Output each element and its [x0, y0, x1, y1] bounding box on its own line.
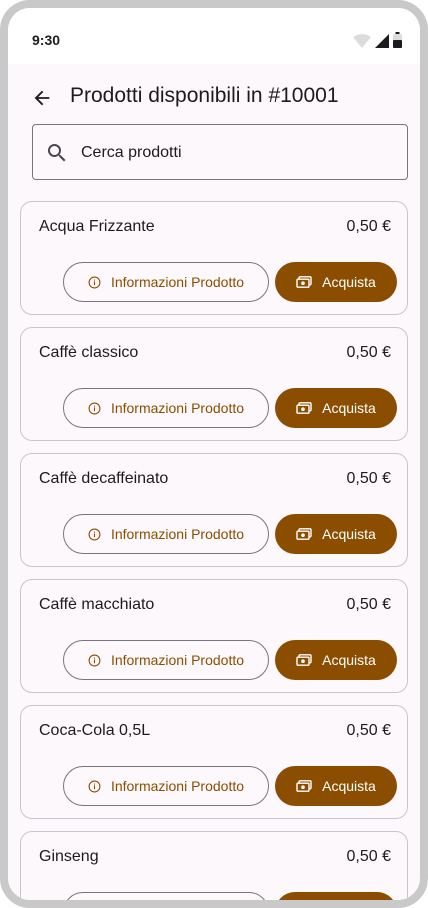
product-name: Acqua Frizzante [39, 218, 155, 235]
device-frame: 9:30 Prodotti disponibili in #10001 A [0, 0, 428, 908]
payments-icon [296, 779, 312, 793]
payments-icon [296, 653, 312, 667]
product-card: Caffè macchiato 0,50 € Informazioni Prod… [20, 579, 408, 693]
status-time: 9:30 [32, 32, 61, 48]
battery-icon [393, 32, 402, 48]
buy-button-label: Acquista [322, 652, 376, 668]
product-card: Caffè classico 0,50 € Informazioni Prodo… [20, 327, 408, 441]
info-button-label: Informazioni Prodotto [110, 400, 245, 416]
top-app-bar: Prodotti disponibili in #10001 [8, 64, 420, 132]
product-name: Caffè decaffeinato [39, 470, 169, 487]
product-name: Caffè macchiato [39, 596, 155, 613]
page-title: Prodotti disponibili in #10001 [70, 84, 339, 107]
product-info-button[interactable]: Informazioni Prodotto [63, 514, 269, 554]
payments-icon [296, 401, 312, 415]
product-info-button[interactable]: Informazioni Prodotto [63, 892, 269, 908]
payments-icon [296, 275, 312, 289]
product-card: Acqua Frizzante 0,50 € Informazioni Prod… [20, 201, 408, 315]
product-card: Caffè decaffeinato 0,50 € Informazioni P… [20, 453, 408, 567]
info-button-label: Informazioni Prodotto [110, 274, 245, 290]
arrow-back-icon [31, 87, 53, 109]
info-button-label: Informazioni Prodotto [110, 526, 245, 542]
info-icon [88, 780, 101, 793]
buy-button[interactable]: Acquista [275, 892, 397, 908]
info-button-label: Informazioni Prodotto [111, 904, 244, 908]
info-button-label: Informazioni Prodotto [110, 652, 245, 668]
product-card: Coca-Cola 0,5L 0,50 € Informazioni Prodo… [20, 705, 408, 819]
product-info-button[interactable]: Informazioni Prodotto [63, 640, 269, 680]
product-name: Caffè classico [39, 344, 139, 361]
product-price: 0,50 € [346, 470, 391, 487]
buy-button[interactable]: Acquista [275, 514, 397, 554]
search-input[interactable] [79, 125, 393, 181]
info-icon [88, 654, 101, 667]
back-button[interactable] [22, 78, 62, 118]
buy-button[interactable]: Acquista [275, 262, 397, 302]
search-icon [45, 141, 69, 165]
signal-icon [375, 34, 389, 48]
buy-button-label: Acquista [322, 526, 376, 542]
product-name: Coca-Cola 0,5L [39, 722, 151, 739]
product-card: Ginseng 0,50 € Informazioni Prodotto Acq… [20, 831, 408, 908]
payments-icon [296, 527, 312, 541]
buy-button[interactable]: Acquista [275, 388, 397, 428]
search-field[interactable] [32, 124, 408, 181]
product-price: 0,50 € [346, 344, 391, 361]
wifi-icon [353, 34, 371, 48]
product-info-button[interactable]: Informazioni Prodotto [63, 388, 269, 428]
info-icon [88, 528, 101, 541]
product-price: 0,50 € [346, 218, 391, 235]
product-price: 0,50 € [346, 596, 391, 613]
status-icons [353, 32, 402, 48]
product-price: 0,50 € [346, 848, 391, 865]
buy-button-label: Acquista [322, 904, 376, 908]
product-name: Ginseng [39, 848, 99, 865]
buy-button[interactable]: Acquista [275, 766, 397, 806]
info-icon [88, 402, 101, 415]
status-bar: 9:30 [8, 8, 420, 64]
info-button-label: Informazioni Prodotto [110, 778, 245, 794]
product-info-button[interactable]: Informazioni Prodotto [63, 262, 269, 302]
buy-button-label: Acquista [322, 778, 376, 794]
product-price: 0,50 € [346, 722, 391, 739]
buy-button[interactable]: Acquista [275, 640, 397, 680]
product-info-button[interactable]: Informazioni Prodotto [63, 766, 269, 806]
buy-button-label: Acquista [322, 274, 376, 290]
info-icon [88, 276, 101, 289]
buy-button-label: Acquista [322, 400, 376, 416]
